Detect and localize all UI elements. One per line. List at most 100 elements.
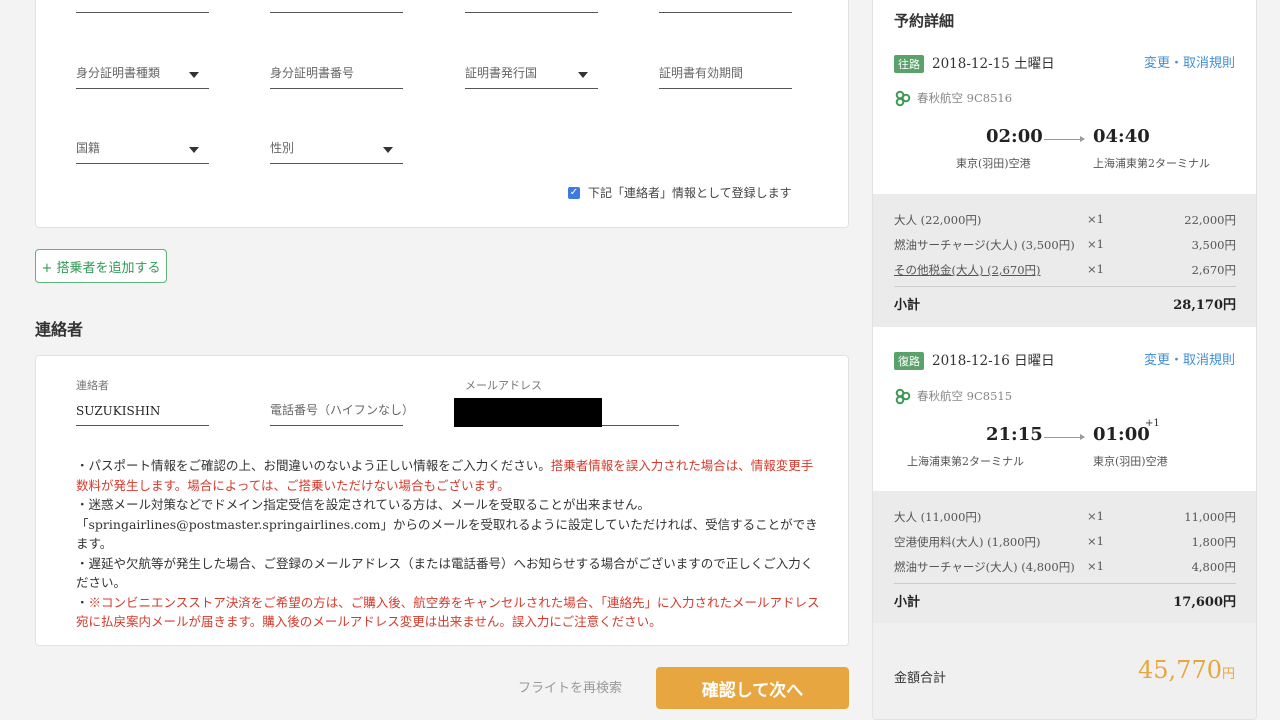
return-flight-number: 春秋航空 9C8515 [917, 389, 1013, 403]
outbound-arrival-airport: 上海浦東第2ターミナル [1093, 157, 1210, 170]
arrow-right-icon [1044, 434, 1085, 440]
return-arrival-time: 01:00 [1093, 424, 1150, 445]
gender-select[interactable]: 性別 [270, 138, 403, 164]
return-change-rules-link[interactable]: 変更・取消規則 [1144, 349, 1235, 368]
note-3: ・遅延や欠航等が発生した場合、ご登録のメールアドレス（または電話番号）へお知らせ… [76, 554, 821, 593]
register-contact-row[interactable]: ✓ 下記「連絡者」情報として登録します [568, 184, 792, 201]
chevron-down-icon [189, 72, 199, 78]
fare-qty: ×1 [1087, 509, 1104, 523]
passenger-field-top-2[interactable] [270, 0, 403, 13]
confirm-next-button[interactable]: 確認して次へ [656, 667, 849, 709]
fare-price: 22,000円 [1184, 213, 1236, 227]
contact-heading: 連絡者 [35, 320, 84, 339]
outbound-header: 往路 2018-12-15 土曜日 [894, 52, 1055, 73]
nationality-select[interactable]: 国籍 [76, 138, 209, 164]
issuing-country-label: 証明書発行国 [465, 66, 538, 80]
divider [894, 286, 1236, 287]
fare-price: 3,500円 [1191, 238, 1236, 252]
chevron-down-icon [189, 147, 199, 153]
redacted-email [454, 398, 602, 427]
passenger-field-top-3[interactable] [465, 0, 598, 13]
register-contact-label: 下記「連絡者」情報として登録します [588, 186, 792, 200]
note-4-warning: ※コンビニエンスストア決済をご希望の方は、ご購入後、航空券をキャンセルされた場合… [76, 594, 820, 630]
outbound-date: 2018-12-15 土曜日 [932, 56, 1055, 72]
note-3-text: ・遅延や欠航等が発生した場合、ご登録のメールアドレス（または電話番号）へお知らせ… [76, 555, 814, 591]
phone-input[interactable]: 電話番号（ハイフンなし） [270, 400, 414, 426]
arrow-right-icon [1044, 136, 1085, 142]
outbound-fare-block: 大人 (22,000円) ×1 22,000円 燃油サーチャージ(大人) (3,… [873, 194, 1256, 327]
note-2: ・迷惑メール対策などでドメイン指定受信を設定されている方は、メールを受取ることが… [76, 495, 821, 554]
subtotal-amount: 28,170円 [1173, 298, 1236, 313]
id-number-input[interactable]: 身分証明書番号 [270, 63, 403, 89]
total-amount: 45,770円 [1138, 656, 1235, 684]
fare-name: 大人 (11,000円) [894, 510, 982, 524]
return-departure-time: 21:15 [986, 424, 1043, 445]
return-arrival-airport: 東京(羽田)空港 [1093, 455, 1168, 468]
fare-price: 4,800円 [1191, 560, 1236, 574]
note-2-text: ・迷惑メール対策などでドメイン指定受信を設定されている方は、メールを受取ることが… [76, 497, 818, 551]
total-currency-unit: 円 [1221, 667, 1235, 682]
fare-qty: ×1 [1087, 559, 1104, 573]
id-expiry-label: 証明書有効期間 [659, 66, 744, 80]
add-passenger-button[interactable]: + 搭乗者を追加する [35, 249, 167, 283]
return-airline: 春秋航空 9C8515 [894, 387, 1012, 405]
subtotal-amount: 17,600円 [1173, 595, 1236, 610]
note-1: ・パスポート情報をご確認の上、お間違いのないよう正しい情報をご入力ください。搭乗… [76, 456, 821, 495]
register-contact-checkbox[interactable]: ✓ [568, 186, 580, 199]
note-4-bullet: ・ [76, 594, 89, 610]
total-amount-value: 45,770 [1138, 656, 1222, 684]
chevron-down-icon [383, 147, 393, 153]
total-label: 金額合計 [894, 671, 947, 686]
fare-qty: ×1 [1087, 534, 1104, 548]
chevron-down-icon [578, 72, 588, 78]
fare-price: 2,670円 [1191, 263, 1236, 277]
next-day-badge: +1 [1145, 418, 1160, 429]
note-1-text: ・パスポート情報をご確認の上、お間違いのないよう正しい情報をご入力ください。 [76, 458, 551, 473]
research-flight-link[interactable]: フライトを再検索 [518, 677, 622, 696]
fare-name: 燃油サーチャージ(大人) (3,500円) [894, 238, 1075, 252]
divider [894, 583, 1236, 584]
issuing-country-select[interactable]: 証明書発行国 [465, 63, 598, 89]
nationality-label: 国籍 [76, 141, 101, 155]
id-type-label: 身分証明書種類 [76, 66, 161, 80]
email-label: メールアドレス [465, 379, 542, 392]
passenger-field-top-4[interactable] [659, 0, 792, 13]
subtotal-label: 小計 [894, 595, 921, 610]
contact-name-label: 連絡者 [76, 379, 109, 392]
outbound-tag: 往路 [894, 55, 924, 73]
outbound-change-rules-link[interactable]: 変更・取消規則 [1144, 52, 1235, 71]
id-type-select[interactable]: 身分証明書種類 [76, 63, 209, 89]
fare-qty: ×1 [1087, 262, 1104, 276]
note-4: ・※コンビニエンスストア決済をご希望の方は、ご購入後、航空券をキャンセルされた場… [76, 593, 821, 632]
phone-placeholder: 電話番号（ハイフンなし） [270, 403, 415, 417]
fare-name: 空港使用料(大人) (1,800円) [894, 535, 1041, 549]
passenger-field-top-1[interactable] [76, 0, 209, 13]
outbound-departure-time: 02:00 [986, 126, 1043, 147]
spring-airlines-logo-icon [895, 90, 911, 107]
id-number-label: 身分証明書番号 [270, 66, 355, 80]
return-fare-block: 大人 (11,000円) ×1 11,000円 空港使用料(大人) (1,800… [873, 491, 1256, 623]
fare-name: 燃油サーチャージ(大人) (4,800円) [894, 560, 1075, 574]
return-header: 復路 2018-12-16 日曜日 [894, 349, 1055, 370]
spring-airlines-logo-icon [895, 388, 911, 405]
contact-card: 連絡者 SUZUKISHIN 電話番号（ハイフンなし） メールアドレス ・パスポ… [35, 355, 849, 646]
fare-qty: ×1 [1087, 212, 1104, 226]
summary-title: 予約詳細 [894, 12, 955, 30]
outbound-departure-airport: 東京(羽田)空港 [956, 157, 1031, 170]
gender-label: 性別 [270, 141, 295, 155]
outbound-arrival-time: 04:40 [1093, 126, 1150, 147]
return-date: 2018-12-16 日曜日 [932, 353, 1055, 369]
outbound-subtotal: 小計 28,170円 [894, 294, 1236, 313]
outbound-flight-number: 春秋航空 9C8516 [917, 91, 1013, 105]
return-subtotal: 小計 17,600円 [894, 591, 1236, 610]
contact-name-value: SUZUKISHIN [76, 404, 161, 418]
fare-name: 大人 (22,000円) [894, 213, 982, 227]
passenger-form-card: 身分証明書種類 身分証明書番号 証明書発行国 証明書有効期間 国籍 性別 ✓ 下… [35, 0, 849, 228]
outbound-airline: 春秋航空 9C8516 [894, 89, 1012, 107]
id-expiry-input[interactable]: 証明書有効期間 [659, 63, 792, 89]
fare-price: 1,800円 [1191, 535, 1236, 549]
return-tag: 復路 [894, 352, 924, 370]
fare-price: 11,000円 [1184, 510, 1236, 524]
contact-name-input[interactable]: SUZUKISHIN [76, 400, 209, 426]
other-tax-link[interactable]: その他税金(大人) (2,670円) [894, 262, 1041, 278]
